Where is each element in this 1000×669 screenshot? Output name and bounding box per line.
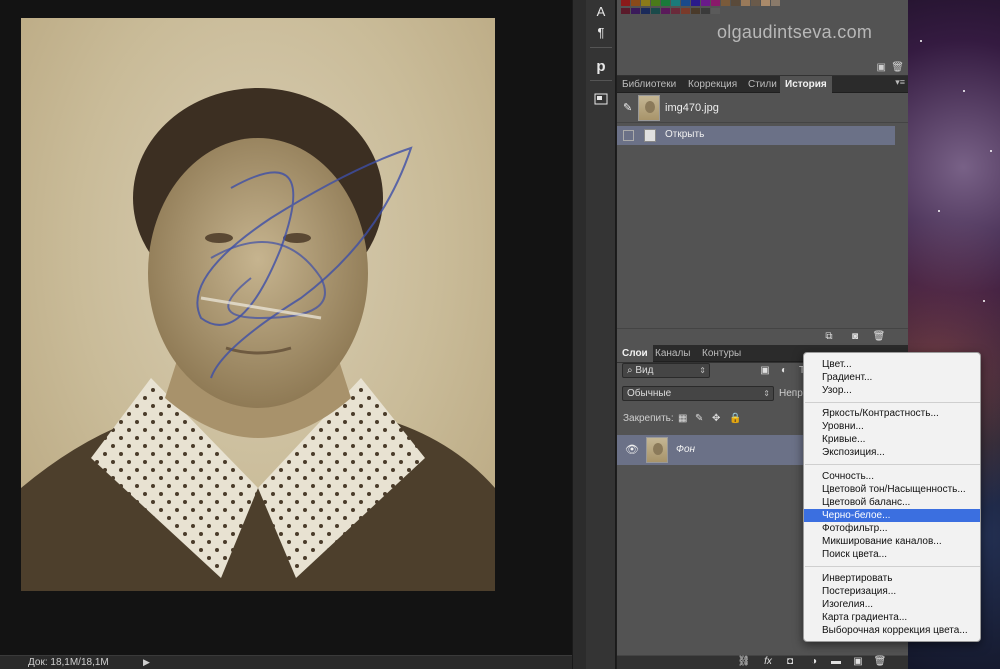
menu-item-hue-saturation[interactable]: Цветовой тон/Насыщенность... [804, 483, 980, 496]
paragraph-panel-icon[interactable]: ¶ [589, 22, 613, 42]
delete-layer-icon[interactable]: 🗑 [873, 656, 887, 668]
history-tabbar: Библиотеки Коррекция Стили История ▾≡ [617, 76, 908, 93]
menu-item-vibrance[interactable]: Сочность... [804, 470, 980, 483]
tab-libraries[interactable]: Библиотеки [617, 76, 681, 93]
menu-item-selective-color[interactable]: Выборочная коррекция цвета... [804, 624, 980, 637]
menu-item-levels[interactable]: Уровни... [804, 420, 980, 433]
open-document-icon [644, 129, 656, 142]
history-panel: ✎ img470.jpg Открыть [617, 93, 908, 328]
paragraph-style-icon[interactable]: p [589, 56, 613, 76]
history-state-checkbox[interactable] [623, 130, 634, 141]
tab-styles[interactable]: Стили [743, 76, 782, 93]
trash-icon[interactable]: 🗑 [872, 331, 886, 343]
portrait-image [21, 88, 495, 591]
history-state-row[interactable]: Открыть [617, 126, 895, 145]
new-document-from-state-icon[interactable]: ⧉ [822, 331, 836, 343]
tab-layers[interactable]: Слои [617, 345, 653, 362]
layer-comps-icon[interactable] [589, 89, 613, 109]
menu-item-color-balance[interactable]: Цветовой баланс... [804, 496, 980, 509]
panel-icon-column: A ¶ p [586, 0, 616, 669]
blend-mode-dropdown[interactable]: Обычные ⇕ [622, 386, 774, 401]
lock-transparent-icon[interactable]: ▦ [678, 413, 687, 424]
new-group-icon[interactable]: ▬ [829, 656, 843, 668]
new-swatch-icon[interactable]: ▣ [877, 62, 886, 73]
menu-item-black-white[interactable]: Черно-белое... [804, 509, 980, 522]
menu-item-pattern[interactable]: Узор... [804, 384, 980, 397]
menu-item-exposure[interactable]: Экспозиция... [804, 446, 980, 459]
tab-adjustments[interactable]: Коррекция [683, 76, 742, 93]
swatch-grid[interactable] [621, 0, 861, 16]
history-snapshot[interactable]: ✎ img470.jpg [617, 93, 908, 123]
adjustment-layer-icon[interactable]: ◑ [807, 656, 821, 668]
status-bar: Док: 18,1M/18,1M ▶ [0, 655, 572, 669]
menu-item-gradient-map[interactable]: Карта градиента... [804, 611, 980, 624]
lock-brush-icon[interactable]: ✎ [695, 413, 703, 424]
document-canvas[interactable] [0, 0, 572, 655]
history-brush-icon[interactable]: ✎ [623, 101, 632, 114]
character-panel-icon[interactable]: A [589, 1, 613, 21]
menu-item-posterize[interactable]: Постеризация... [804, 585, 980, 598]
menu-item-threshold[interactable]: Изогелия... [804, 598, 980, 611]
snapshot-name: img470.jpg [665, 102, 719, 114]
history-state-label: Открыть [665, 129, 705, 140]
history-panel-menu-icon[interactable]: ▾≡ [895, 77, 905, 88]
panel-divider[interactable] [572, 0, 586, 669]
layer-thumbnail [646, 437, 668, 463]
filter-image-icon[interactable]: ▣ [758, 365, 772, 377]
link-layers-icon[interactable]: ⛓ [737, 656, 751, 668]
swatches-panel: olgaudintseva.com ▣ 🗑 [617, 0, 908, 75]
menu-item-photo-filter[interactable]: Фотофильтр... [804, 522, 980, 535]
menu-item-curves[interactable]: Кривые... [804, 433, 980, 446]
adjustment-layer-menu: Цвет... Градиент... Узор... Яркость/Конт… [803, 352, 981, 642]
visibility-eye-icon[interactable]: 👁 [625, 443, 639, 456]
filter-adjustment-icon[interactable]: ◐ [777, 365, 791, 377]
layers-footer: ⛓ fx ◘ ◑ ▬ ▣ 🗑 [617, 655, 908, 669]
watermark-text: olgaudintseva.com [717, 22, 873, 42]
tab-history[interactable]: История [780, 76, 832, 93]
snapshot-thumbnail [638, 95, 660, 121]
layer-name: Фон [676, 444, 696, 455]
add-mask-icon[interactable]: ◘ [783, 656, 797, 668]
menu-item-invert[interactable]: Инвертировать [804, 572, 980, 585]
camera-icon[interactable]: ◙ [848, 331, 862, 343]
new-layer-icon[interactable]: ▣ [851, 656, 865, 668]
lock-move-icon[interactable]: ✥ [712, 413, 720, 424]
layer-filter-label: Вид [635, 365, 654, 376]
menu-item-channel-mixer[interactable]: Микширование каналов... [804, 535, 980, 548]
tab-channels[interactable]: Каналы [650, 345, 696, 362]
document-photo [21, 18, 495, 591]
photoshop-window: Док: 18,1M/18,1M ▶ A ¶ p olgaudintseva.c… [0, 0, 1000, 669]
menu-item-gradient[interactable]: Градиент... [804, 371, 980, 384]
lock-all-icon[interactable]: 🔒 [729, 413, 741, 424]
menu-item-color-lookup[interactable]: Поиск цвета... [804, 548, 980, 561]
fx-icon[interactable]: fx [761, 656, 775, 668]
delete-swatch-icon[interactable]: 🗑 [891, 62, 904, 73]
tab-paths[interactable]: Контуры [697, 345, 746, 362]
history-footer: ⧉ ◙ 🗑 [617, 328, 908, 345]
layer-filter-dropdown[interactable]: ⌕ Вид ⇕ [622, 363, 710, 378]
menu-item-brightness-contrast[interactable]: Яркость/Контрастность... [804, 407, 980, 420]
lock-label: Закрепить: [623, 413, 674, 424]
status-menu-arrow[interactable]: ▶ [143, 657, 150, 668]
doc-size-label: Док: 18,1M/18,1M [28, 657, 109, 668]
blend-mode-value: Обычные [627, 388, 672, 399]
menu-item-solid-color[interactable]: Цвет... [804, 358, 980, 371]
